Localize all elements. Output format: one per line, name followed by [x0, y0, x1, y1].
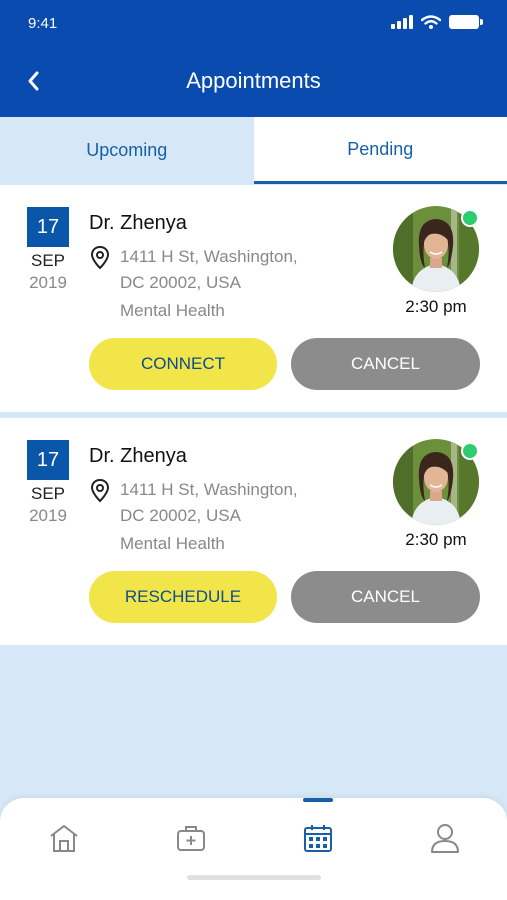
location-pin-icon — [90, 478, 110, 503]
wifi-icon — [421, 15, 441, 29]
nav-calendar[interactable] — [288, 816, 348, 860]
nav-home[interactable] — [34, 816, 94, 860]
nav-profile[interactable] — [415, 816, 475, 860]
doctor-name: Dr. Zhenya — [89, 212, 187, 234]
cancel-button[interactable]: CANCEL — [291, 571, 480, 623]
medical-kit-icon — [177, 826, 205, 851]
calendar-icon — [304, 825, 332, 852]
appointment-card: 17 SEP 2019 Dr. Zhenya 1411 H St, Washin… — [0, 185, 507, 412]
connect-button[interactable]: CONNECT — [89, 338, 277, 390]
date-year: 2019 — [29, 506, 67, 525]
tab-bar: Upcoming Pending — [0, 117, 507, 184]
bottom-navigation — [0, 798, 507, 900]
cancel-button[interactable]: CANCEL — [291, 338, 480, 390]
doctor-name: Dr. Zhenya — [89, 445, 187, 467]
appointment-time: 2:30 pm — [405, 297, 467, 316]
home-icon — [50, 825, 78, 852]
specialty: Mental Health — [120, 301, 225, 320]
date-day: 17 — [27, 207, 69, 247]
address-line-1: 1411 H St, Washington, — [120, 480, 298, 499]
appointment-card: 17 SEP 2019 Dr. Zhenya 1411 H St, Washin… — [0, 418, 507, 645]
address-line-2: DC 20002, USA — [120, 506, 241, 525]
date-month: SEP — [30, 251, 66, 270]
address-line-2: DC 20002, USA — [120, 273, 241, 292]
appointment-time: 2:30 pm — [405, 530, 467, 549]
reschedule-button[interactable]: RESCHEDULE — [89, 571, 277, 623]
location-pin-icon — [90, 245, 110, 270]
status-time: 9:41 — [28, 15, 58, 32]
date-day: 17 — [27, 440, 69, 480]
battery-icon — [449, 15, 483, 29]
date-year: 2019 — [29, 273, 67, 292]
user-icon — [431, 824, 459, 853]
signal-icon — [391, 15, 413, 29]
nav-medical[interactable] — [161, 816, 221, 860]
online-status-indicator — [461, 442, 479, 460]
status-icons — [391, 15, 483, 29]
specialty: Mental Health — [120, 534, 225, 553]
app-header: 9:41 Appointments — [0, 0, 507, 117]
tab-upcoming[interactable]: Upcoming — [0, 117, 254, 184]
address-line-1: 1411 H St, Washington, — [120, 247, 298, 266]
home-indicator — [187, 875, 321, 880]
active-tab-indicator — [303, 798, 333, 802]
date-month: SEP — [30, 484, 66, 503]
address: 1411 H St, Washington, DC 20002, USA — [120, 477, 298, 529]
page-title: Appointments — [186, 68, 321, 93]
tab-pending[interactable]: Pending — [253, 117, 507, 184]
online-status-indicator — [461, 209, 479, 227]
address: 1411 H St, Washington, DC 20002, USA — [120, 244, 298, 296]
